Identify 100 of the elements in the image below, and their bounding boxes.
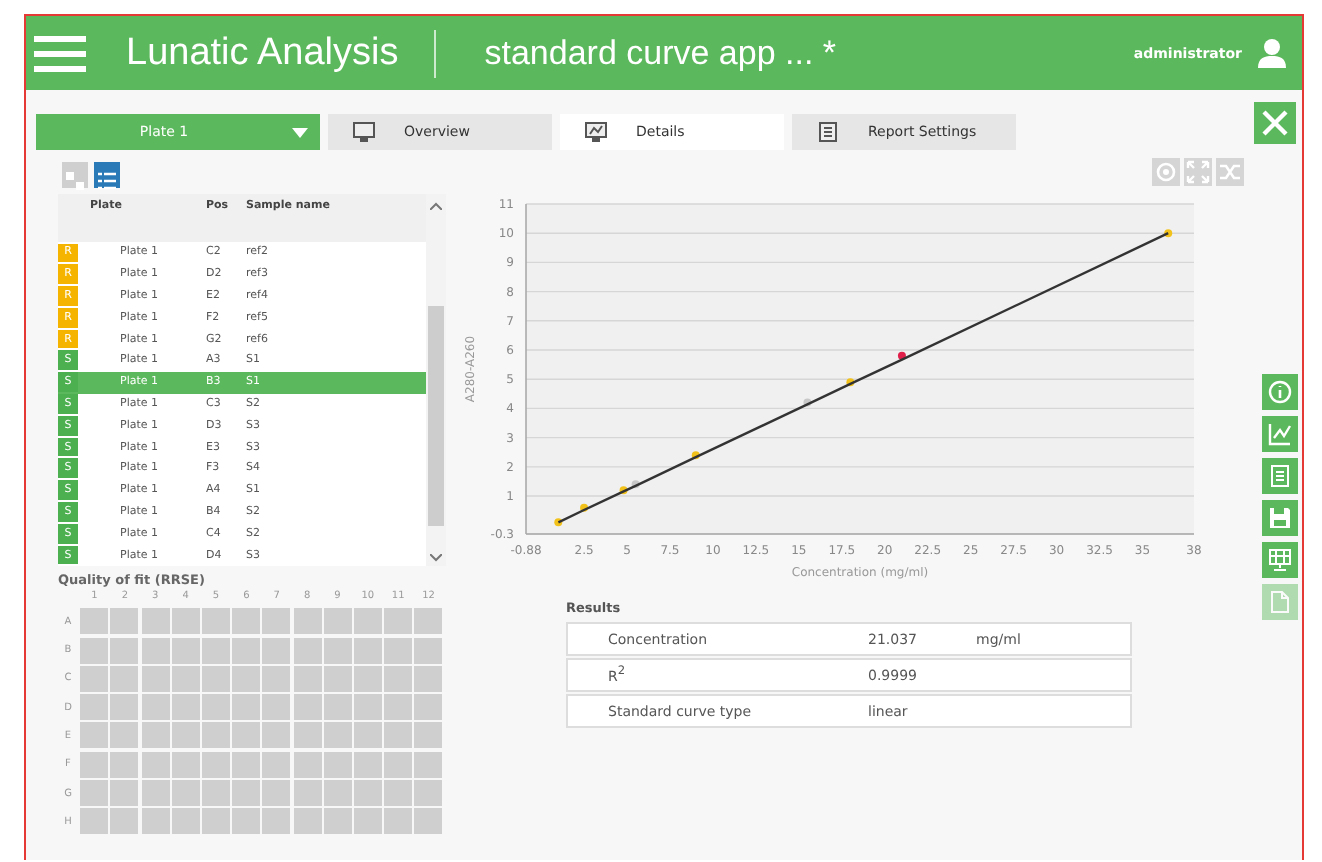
plate-well[interactable] [353, 751, 382, 778]
plate-well[interactable] [80, 694, 109, 721]
plate-well[interactable] [202, 665, 230, 692]
plate-well[interactable] [384, 608, 413, 635]
plate-well[interactable] [323, 780, 352, 807]
plate-well[interactable] [80, 665, 109, 692]
plate-well[interactable] [141, 722, 170, 749]
plate-well[interactable] [414, 637, 443, 664]
plate-well[interactable] [80, 751, 109, 778]
plate-well[interactable] [414, 751, 443, 778]
save-button[interactable] [1262, 500, 1298, 536]
plate-well[interactable] [141, 637, 170, 664]
plate-well[interactable] [262, 665, 291, 692]
plate-well[interactable] [110, 808, 139, 835]
plate-well[interactable] [353, 608, 382, 635]
plate-well[interactable] [171, 722, 200, 749]
scroll-up-icon[interactable] [430, 202, 442, 210]
plate-well[interactable] [202, 608, 230, 635]
plate-well[interactable] [141, 665, 170, 692]
plate-well[interactable] [171, 780, 200, 807]
plate-well[interactable] [202, 637, 230, 664]
plate-well[interactable] [110, 665, 139, 692]
chart-button[interactable] [1262, 416, 1298, 452]
plate-well[interactable] [414, 608, 443, 635]
plate-well[interactable] [171, 608, 200, 635]
plate-well[interactable] [414, 665, 443, 692]
plate-well[interactable] [141, 751, 170, 778]
plate-well[interactable] [262, 722, 291, 749]
plate-well[interactable] [384, 694, 413, 721]
plate-well[interactable] [80, 780, 109, 807]
plate-well[interactable] [293, 780, 321, 807]
plate-well[interactable] [171, 751, 200, 778]
plate-well[interactable] [171, 808, 200, 835]
plate-well[interactable] [110, 780, 139, 807]
plate-well[interactable] [353, 808, 382, 835]
plate-well[interactable] [171, 694, 200, 721]
plate-well[interactable] [384, 751, 413, 778]
scrollbar[interactable] [426, 194, 446, 566]
plate-well[interactable] [293, 608, 321, 635]
plate-well[interactable] [384, 780, 413, 807]
plate-well[interactable] [353, 665, 382, 692]
plate-well[interactable] [110, 608, 139, 635]
plate-well[interactable] [384, 808, 413, 835]
plate-well[interactable] [80, 722, 109, 749]
plate-well[interactable] [232, 722, 261, 749]
info-button[interactable] [1262, 374, 1298, 410]
close-button[interactable] [1254, 101, 1296, 143]
plate-well[interactable] [414, 780, 443, 807]
list-view-button[interactable] [94, 162, 120, 188]
plate-well[interactable] [323, 665, 352, 692]
plate-well[interactable] [293, 694, 321, 721]
plate-well[interactable] [80, 637, 109, 664]
plate-well[interactable] [141, 780, 170, 807]
shuffle-button[interactable] [1216, 158, 1244, 186]
plate-well[interactable] [323, 637, 352, 664]
plate-well[interactable] [293, 637, 321, 664]
scroll-down-icon[interactable] [430, 553, 442, 562]
target-button[interactable] [1152, 158, 1180, 186]
plate-well[interactable] [110, 637, 139, 664]
plate-well[interactable] [232, 637, 261, 664]
plate-well[interactable] [353, 722, 382, 749]
monitor-button[interactable] [1262, 542, 1298, 578]
plate-well[interactable] [202, 722, 230, 749]
plate-well[interactable] [110, 751, 139, 778]
plate-well[interactable] [353, 780, 382, 807]
plate-well[interactable] [202, 780, 230, 807]
plate-well[interactable] [262, 751, 291, 778]
plate-well[interactable] [323, 722, 352, 749]
plate-well[interactable] [293, 751, 321, 778]
plate-well[interactable] [171, 665, 200, 692]
plate-well[interactable] [202, 751, 230, 778]
plate-well[interactable] [262, 694, 291, 721]
document-button[interactable] [1262, 458, 1298, 494]
plate-well[interactable] [384, 637, 413, 664]
plate-well[interactable] [384, 722, 413, 749]
plate-well[interactable] [232, 780, 261, 807]
plate-well[interactable] [202, 808, 230, 835]
plate-well[interactable] [262, 608, 291, 635]
menu-icon[interactable] [34, 33, 86, 73]
plate-well[interactable] [323, 694, 352, 721]
plate-well[interactable] [323, 808, 352, 835]
plate-well[interactable] [110, 722, 139, 749]
plate-well[interactable] [232, 808, 261, 835]
plate-well[interactable] [141, 694, 170, 721]
plate-well[interactable] [384, 665, 413, 692]
user-icon[interactable] [1258, 38, 1286, 68]
plate-well[interactable] [262, 780, 291, 807]
plate-well[interactable] [323, 608, 352, 635]
plate-well[interactable] [110, 694, 139, 721]
plate-well[interactable] [262, 808, 291, 835]
plate-well[interactable] [323, 751, 352, 778]
plate-well[interactable] [232, 751, 261, 778]
plate-well[interactable] [414, 808, 443, 835]
fit-view-button[interactable] [1184, 158, 1212, 186]
plate-well[interactable] [293, 722, 321, 749]
plate-well[interactable] [141, 608, 170, 635]
plate-well[interactable] [353, 694, 382, 721]
plate-well[interactable] [414, 722, 443, 749]
plate-well[interactable] [262, 637, 291, 664]
plate-well[interactable] [293, 665, 321, 692]
